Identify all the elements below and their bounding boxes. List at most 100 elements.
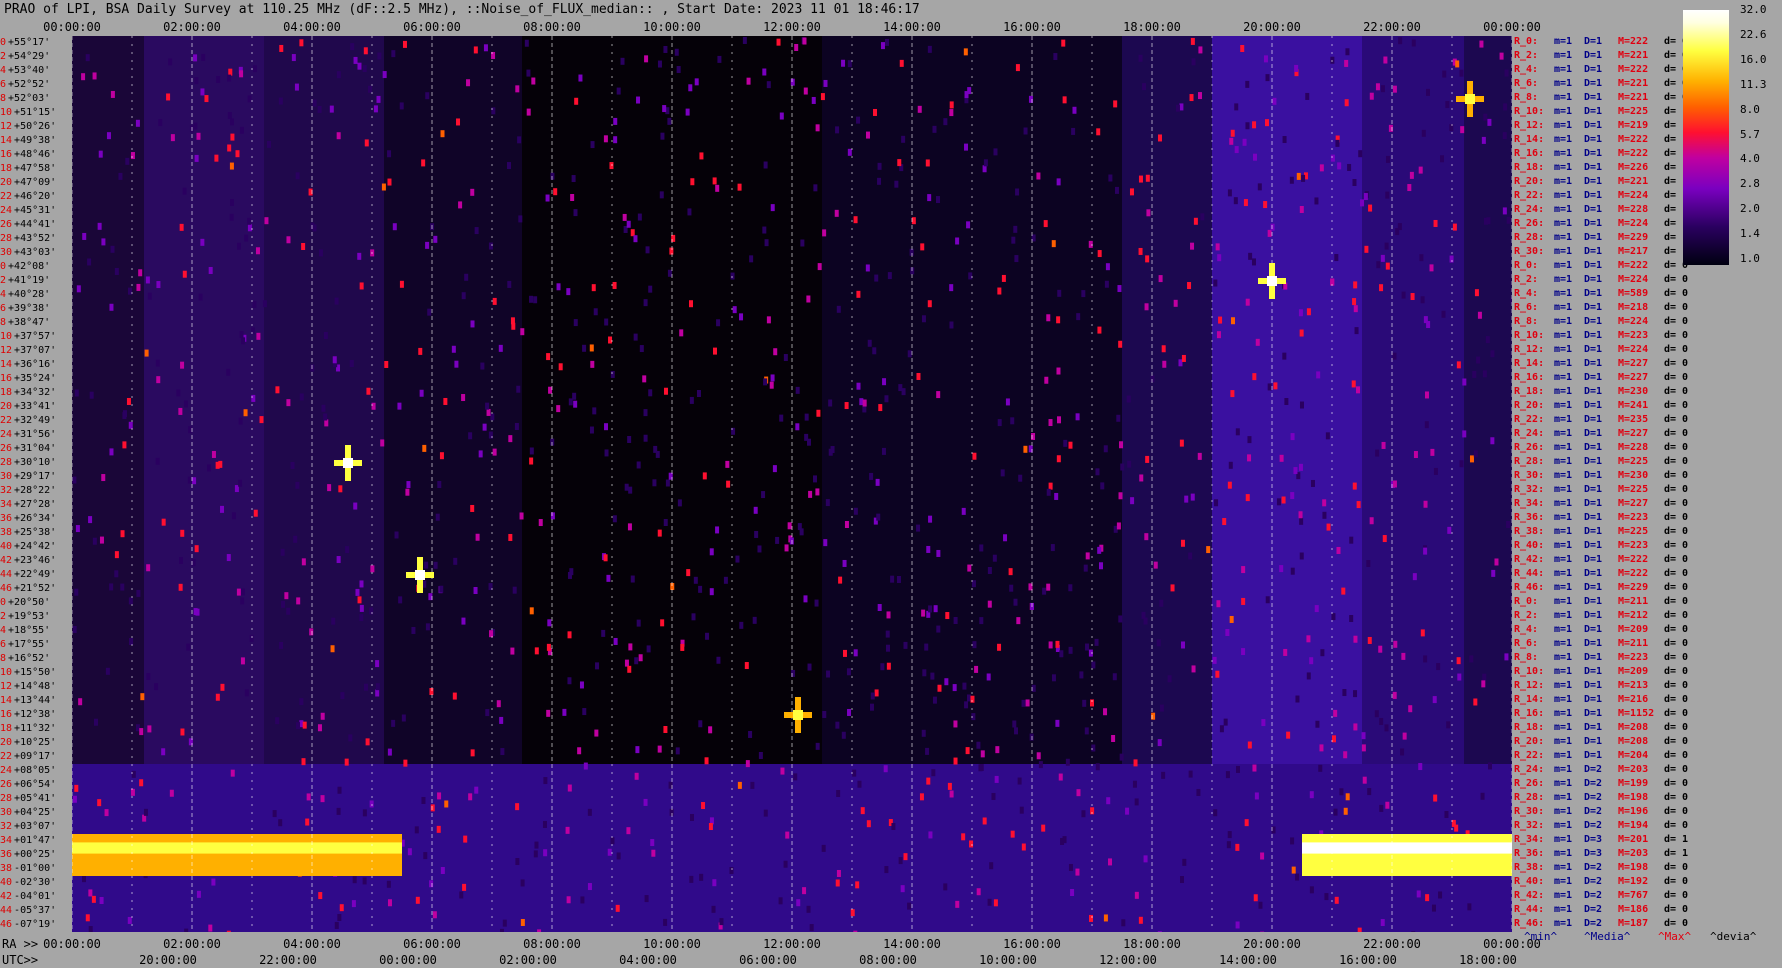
noise-pixel	[106, 132, 111, 140]
noise-pixel	[1460, 126, 1465, 134]
noise-pixel	[907, 350, 912, 358]
noise-pixel	[1400, 748, 1405, 756]
noise-pixel	[886, 611, 891, 619]
noise-pixel	[609, 162, 614, 170]
noise-pixel	[1118, 492, 1123, 500]
noise-pixel	[817, 263, 822, 271]
declination-index: 10	[0, 331, 13, 342]
noise-pixel	[470, 320, 475, 328]
noise-pixel	[1180, 539, 1185, 547]
noise-pixel	[478, 450, 483, 458]
noise-pixel	[1121, 919, 1126, 927]
noise-pixel	[463, 835, 468, 843]
noise-pixel	[927, 194, 932, 202]
noise-pixel	[301, 758, 306, 766]
noise-pixel	[1038, 761, 1043, 769]
noise-pixel	[240, 597, 245, 605]
noise-pixel	[857, 780, 862, 788]
declination-label: 28 +30°10'	[0, 457, 56, 469]
noise-pixel	[1392, 480, 1397, 488]
noise-pixel	[339, 904, 344, 912]
noise-pixel	[520, 328, 525, 336]
row-stat-field: m=1	[1554, 512, 1573, 523]
noise-pixel	[1134, 798, 1139, 806]
noise-pixel	[1142, 83, 1147, 91]
noise-pixel	[1206, 546, 1211, 554]
row-stat-field: D=2	[1584, 862, 1603, 873]
noise-pixel	[612, 281, 617, 289]
declination-value: +52°03'	[8, 93, 51, 104]
noise-pixel	[1357, 927, 1362, 932]
declination-index: 20	[0, 177, 13, 188]
noise-pixel	[866, 820, 871, 828]
noise-pixel	[1429, 264, 1434, 272]
declination-index: 26	[0, 219, 13, 230]
noise-pixel	[1316, 371, 1321, 379]
row-stat-field: m=1	[1554, 260, 1573, 271]
noise-pixel	[963, 48, 968, 56]
declination-value: +14°48'	[14, 681, 57, 692]
noise-pixel	[453, 557, 458, 565]
colorbar-tick: 11.3	[1740, 77, 1767, 91]
noise-pixel	[698, 585, 703, 593]
row-stat-field: D=1	[1584, 190, 1603, 201]
noise-pixel	[155, 359, 160, 367]
noise-pixel	[398, 596, 403, 604]
noise-pixel	[1170, 584, 1175, 592]
declination-value: +20°50'	[8, 597, 51, 608]
noise-pixel	[1353, 690, 1358, 698]
noise-pixel	[715, 184, 720, 192]
noise-pixel	[1412, 573, 1417, 581]
noise-pixel	[933, 605, 938, 613]
noise-pixel	[1449, 124, 1454, 132]
noise-pixel	[1342, 689, 1347, 697]
row-stat-field: d= 0	[1664, 750, 1689, 761]
noise-pixel	[1145, 255, 1150, 263]
declination-value: +53°40'	[8, 65, 51, 76]
noise-pixel	[1068, 646, 1073, 654]
colorbar-tick: 2.8	[1740, 177, 1760, 191]
row-stat-field: R_16:	[1514, 372, 1545, 383]
noise-pixel	[1486, 217, 1491, 225]
noise-pixel	[806, 295, 811, 303]
row-stat-field: m=1	[1554, 218, 1573, 229]
noise-pixel	[516, 385, 521, 393]
heatmap-svg	[72, 36, 1512, 932]
row-stat-field: D=1	[1584, 232, 1603, 243]
bottom-utc-tick: 04:00:00	[619, 953, 677, 967]
declination-index: 12	[0, 121, 13, 132]
noise-pixel	[1362, 776, 1367, 784]
noise-pixel	[499, 928, 504, 932]
noise-pixel	[253, 65, 258, 73]
row-stat-field: R_4:	[1514, 624, 1539, 635]
row-stat-field: d= 0	[1664, 904, 1689, 915]
noise-pixel	[1459, 460, 1464, 468]
noise-pixel	[136, 589, 141, 597]
noise-pixel	[244, 689, 249, 697]
row-stat-field: D=1	[1584, 708, 1603, 719]
noise-pixel	[362, 877, 367, 885]
noise-pixel	[573, 400, 578, 408]
noise-pixel	[626, 220, 631, 228]
noise-pixel	[547, 619, 552, 627]
declination-label: 8 +38°47'	[0, 317, 50, 329]
declination-value: +18°55'	[8, 625, 51, 636]
row-stat-field: d= 0	[1664, 540, 1689, 551]
row-stat-field: d= 0	[1664, 456, 1689, 467]
row-stat-field: d=	[1664, 162, 1677, 173]
row-stat-field: R_8:	[1514, 92, 1539, 103]
row-stat-field: m=1	[1554, 666, 1573, 677]
declination-value: +42°08'	[8, 261, 51, 272]
noise-pixel	[577, 747, 582, 755]
noise-pixel	[566, 288, 571, 296]
noise-pixel	[1095, 468, 1100, 476]
row-stat-field: d=	[1664, 176, 1677, 187]
declination-index: 18	[0, 163, 13, 174]
row-stat-field: m=1	[1554, 92, 1573, 103]
noise-pixel	[712, 177, 717, 185]
noise-pixel	[749, 255, 754, 263]
noise-pixel	[1418, 166, 1423, 174]
noise-pixel	[1143, 855, 1148, 863]
noise-pixel	[546, 643, 551, 651]
noise-pixel	[329, 105, 334, 113]
